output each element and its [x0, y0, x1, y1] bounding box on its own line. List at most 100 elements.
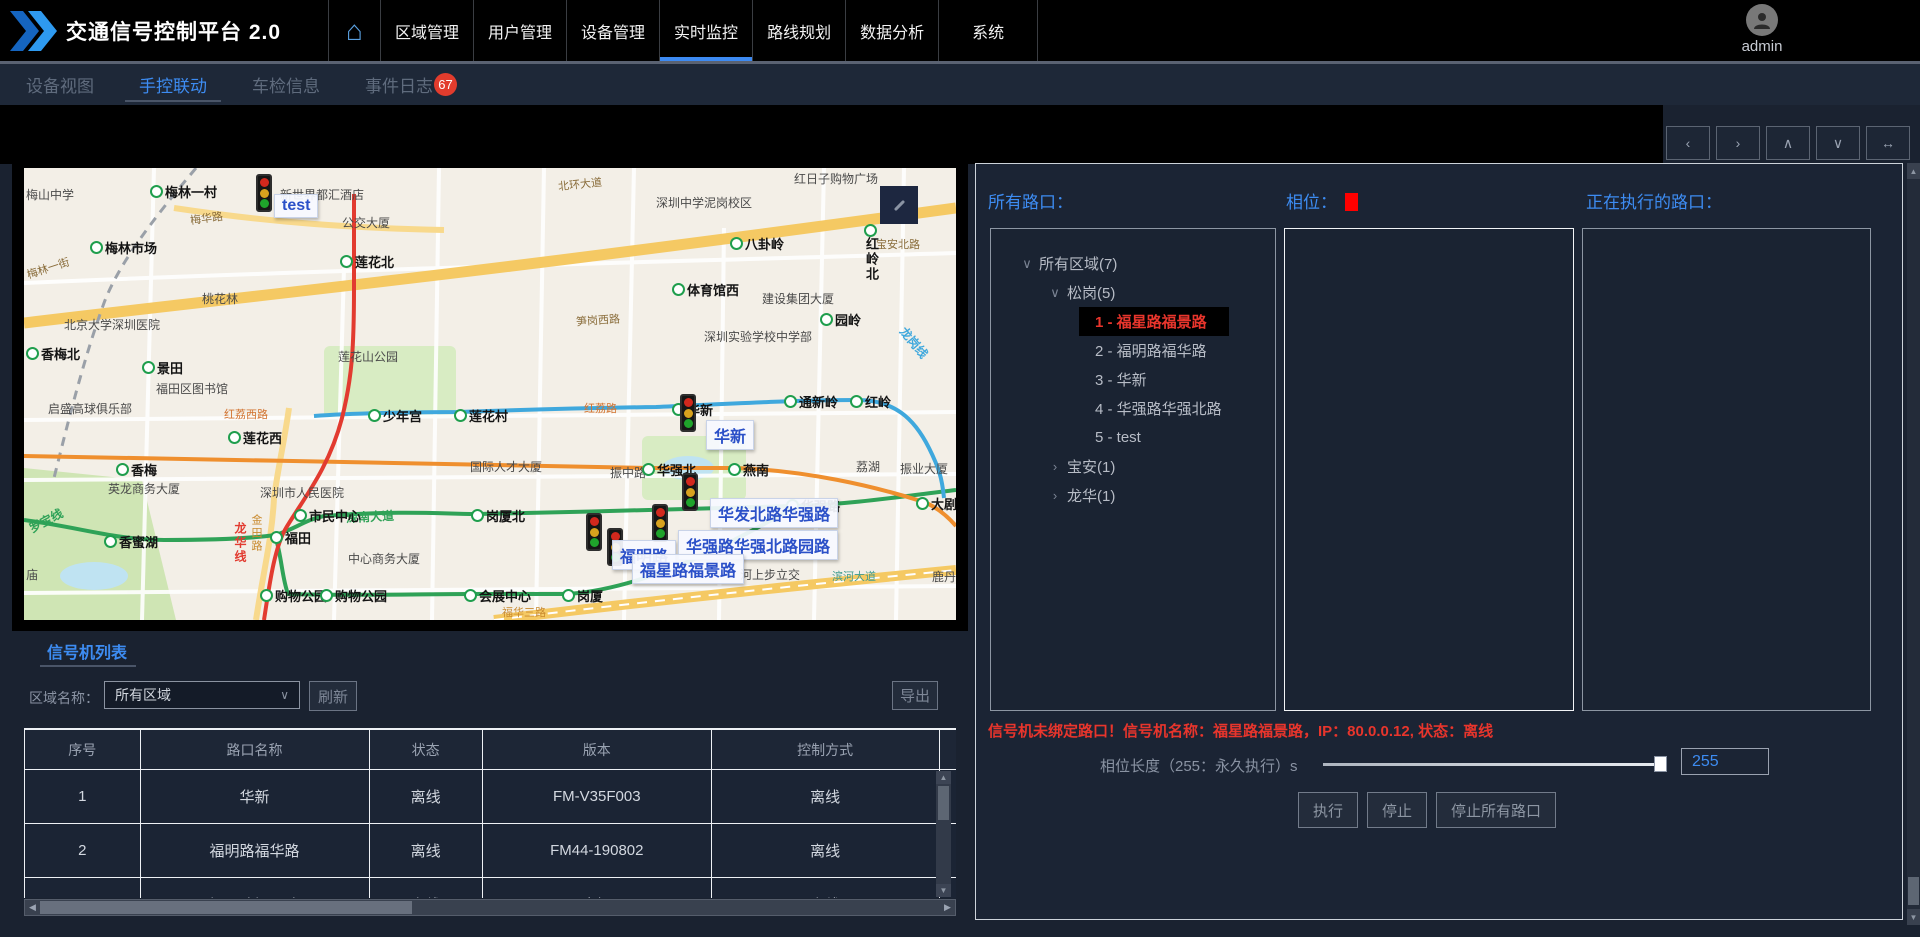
map-station-2: 莲花北: [340, 252, 394, 271]
signal-name-label-5[interactable]: 福星路福景路: [632, 554, 744, 584]
cell: 离线: [711, 878, 939, 899]
region-select[interactable]: 所有区域 ∨: [104, 681, 300, 709]
map-station-4: 体育馆西: [672, 280, 739, 299]
cell: 华新: [140, 770, 369, 824]
executing-list-box[interactable]: [1582, 228, 1871, 711]
table-hscrollbar[interactable]: ◀ ▶: [24, 899, 956, 916]
map-road-label-8: 滨河大道: [832, 568, 876, 584]
phase-label: 相位：: [1286, 188, 1358, 213]
traffic-light-icon-2[interactable]: [682, 473, 698, 511]
pan-button-1[interactable]: ›: [1716, 126, 1760, 160]
scroll-left-icon[interactable]: ◀: [25, 900, 40, 915]
phase-list-box[interactable]: [1284, 228, 1574, 711]
nav-item-3[interactable]: 实时监控: [659, 0, 752, 61]
map-place-3: 深圳中学泥岗校区: [656, 194, 752, 211]
tree-node-6[interactable]: 5 - test: [991, 423, 1275, 452]
column-header-1: 路口名称: [140, 730, 369, 770]
map-station-12: 通新岭: [784, 392, 838, 411]
hscrollbar-thumb[interactable]: [40, 901, 412, 914]
map-road-label-7: 福华三路: [502, 604, 546, 620]
manual-control-panel: 所有路口： 相位： 正在执行的路口： ∨所有区域(7)∨松岗(5)1 - 福星路…: [975, 163, 1903, 920]
signal-name-label-2[interactable]: 华发北路华强路: [710, 498, 838, 528]
username-label: admin: [1732, 38, 1792, 55]
user-menu[interactable]: admin: [1732, 4, 1792, 55]
phase-length-input[interactable]: [1681, 748, 1769, 775]
action-button-1[interactable]: 停止: [1367, 792, 1427, 828]
map-place-11: 启盛高球俱乐部: [48, 400, 132, 417]
table-row-2[interactable]: 3福星路福景路离线未知离线离线: [25, 878, 957, 899]
cell: 离线: [369, 824, 482, 878]
scrollbar-thumb[interactable]: [1908, 877, 1919, 905]
nav-item-5[interactable]: 数据分析: [845, 0, 938, 61]
traffic-light-icon-5[interactable]: [652, 504, 668, 542]
action-button-0[interactable]: 执行: [1298, 792, 1358, 828]
signal-list-underline: [40, 665, 136, 667]
nav-item-2[interactable]: 设备管理: [566, 0, 659, 61]
signal-table: 序号路口名称状态版本控制方式路口时间1华新离线FM-V35F003离线离线2福明…: [24, 729, 956, 898]
map-station-1: 梅林市场: [90, 238, 157, 257]
map-place-14: 英龙商务大厦: [108, 480, 180, 497]
chevron-down-icon[interactable]: ∨: [1043, 285, 1067, 301]
pan-button-3[interactable]: ∨: [1816, 126, 1860, 160]
scroll-down-icon[interactable]: ▼: [1907, 909, 1920, 925]
table-scrollbar[interactable]: ▲ ▼: [936, 771, 951, 897]
pan-button-2[interactable]: ∧: [1766, 126, 1810, 160]
nav-item-6[interactable]: 系统: [938, 0, 1038, 61]
nav-item-4[interactable]: 路线规划: [752, 0, 845, 61]
map-place-5: 桃花林: [202, 290, 238, 307]
tree-node-label: 3 - 华新: [1095, 369, 1147, 390]
table-row-0[interactable]: 1华新离线FM-V35F003离线离线: [25, 770, 957, 824]
export-button[interactable]: 导出: [892, 681, 938, 710]
tab-0[interactable]: 设备视图: [26, 64, 94, 105]
tree-node-4[interactable]: 3 - 华新: [991, 365, 1275, 394]
pan-button-4[interactable]: ↔: [1866, 126, 1910, 160]
page-scrollbar[interactable]: ▲ ▼: [1907, 163, 1920, 925]
map-metro-label-2: 龙华线: [232, 522, 249, 564]
tree-node-5[interactable]: 4 - 华强路华强北路: [991, 394, 1275, 423]
traffic-light-icon-0[interactable]: [256, 174, 272, 212]
signal-name-label-0[interactable]: test: [274, 194, 318, 218]
action-button-2[interactable]: 停止所有路口: [1436, 792, 1556, 828]
map-draw-tool-button[interactable]: [880, 186, 918, 224]
home-icon[interactable]: ⌂: [328, 0, 380, 61]
scroll-up-icon[interactable]: ▲: [1907, 163, 1920, 179]
tab-1[interactable]: 手控联动: [139, 64, 207, 105]
phase-length-slider[interactable]: [1323, 763, 1664, 766]
tree-node-0[interactable]: ∨所有区域(7): [991, 249, 1275, 278]
traffic-light-icon-3[interactable]: [586, 513, 602, 551]
chevron-right-icon[interactable]: ›: [1043, 488, 1067, 503]
tree-node-label: 松岗(5): [1067, 282, 1115, 303]
nav-item-0[interactable]: 区域管理: [380, 0, 473, 61]
map-station-6: 香梅北: [26, 344, 80, 363]
cell: FM44-190802: [482, 824, 711, 878]
scroll-right-icon[interactable]: ▶: [940, 900, 955, 915]
chevron-right-icon[interactable]: ›: [1043, 459, 1067, 474]
column-header-4: 控制方式: [711, 730, 939, 770]
tab-3[interactable]: 事件日志67: [365, 64, 457, 105]
map-place-20: 鹿丹村: [932, 568, 956, 585]
map-road-label-5: 红荔西路: [224, 406, 268, 422]
slider-handle[interactable]: [1654, 756, 1667, 772]
tree-node-label: 2 - 福明路福华路: [1095, 340, 1207, 361]
table-scroll-down-icon[interactable]: ▼: [936, 884, 951, 897]
tree-node-7[interactable]: ›宝安(1): [991, 452, 1275, 481]
table-row-1[interactable]: 2福明路福华路离线FM44-190802离线离线: [25, 824, 957, 878]
refresh-button[interactable]: 刷新: [309, 681, 357, 711]
city-map[interactable]: 梅山中学新世界都汇酒店红日子购物广场深圳中学泥岗校区公交大厦桃花林建设集团大厦北…: [24, 168, 956, 620]
table-scroll-up-icon[interactable]: ▲: [936, 771, 951, 784]
tree-node-2[interactable]: 1 - 福星路福景路: [991, 307, 1275, 336]
tree-node-1[interactable]: ∨松岗(5): [991, 278, 1275, 307]
column-header-2: 状态: [369, 730, 482, 770]
map-station-14: 香梅: [116, 460, 157, 479]
tree-node-8[interactable]: ›龙华(1): [991, 481, 1275, 510]
nav-item-1[interactable]: 用户管理: [473, 0, 566, 61]
table-scrollbar-thumb[interactable]: [938, 786, 949, 820]
chevron-down-icon[interactable]: ∨: [1015, 256, 1039, 272]
pan-button-0[interactable]: ‹: [1666, 126, 1710, 160]
map-station-21: 香蜜湖: [104, 532, 158, 551]
tree-node-3[interactable]: 2 - 福明路福华路: [991, 336, 1275, 365]
signal-name-label-1[interactable]: 华新: [706, 420, 754, 450]
traffic-light-icon-1[interactable]: [680, 394, 696, 432]
event-log-badge: 67: [434, 73, 457, 96]
tab-2[interactable]: 车检信息: [252, 64, 320, 105]
